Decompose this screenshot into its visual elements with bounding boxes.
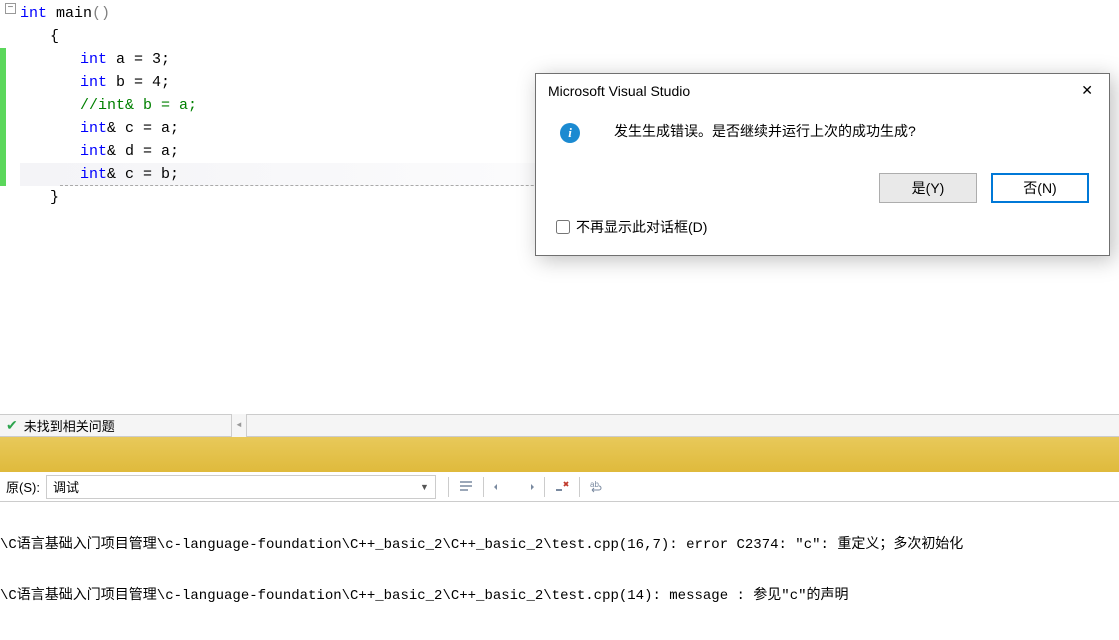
issues-bar: ✔ 未找到相关问题 <box>0 414 1119 437</box>
dont-show-label: 不再显示此对话框(D) <box>576 217 707 237</box>
dialog-body: i 发生生成错误。是否继续并运行上次的成功生成? <box>536 107 1109 149</box>
output-line: \C语言基础入门项目管理\c-language-foundation\C++_b… <box>0 536 1119 555</box>
code-line: int a = 3; <box>20 48 1119 71</box>
separator <box>448 477 449 497</box>
scroll-left-icon[interactable] <box>231 414 247 437</box>
indent-left-icon[interactable] <box>488 475 514 499</box>
keyword: int <box>20 5 47 22</box>
word-wrap-icon[interactable]: ab <box>584 475 610 499</box>
dialog-message: 发生生成错误。是否继续并运行上次的成功生成? <box>614 121 916 141</box>
build-error-dialog: Microsoft Visual Studio ✕ i 发生生成错误。是否继续并… <box>535 73 1110 256</box>
yes-button[interactable]: 是(Y) <box>879 173 977 203</box>
output-panel: 原(S): 调试 ▼ ab \C语言基础入门项目管理\c-language-fo… <box>0 437 1119 566</box>
dont-show-checkbox[interactable] <box>556 220 570 234</box>
dialog-titlebar: Microsoft Visual Studio ✕ <box>536 74 1109 107</box>
clear-icon[interactable] <box>549 475 575 499</box>
separator <box>483 477 484 497</box>
dialog-title-text: Microsoft Visual Studio <box>548 83 690 99</box>
issues-text: 未找到相关问题 <box>24 416 115 435</box>
info-icon: i <box>560 123 580 143</box>
indent-right-icon[interactable] <box>514 475 540 499</box>
output-line: \C语言基础入门项目管理\c-language-foundation\C++_b… <box>0 587 1119 606</box>
dialog-buttons: 是(Y) 否(N) <box>536 149 1109 209</box>
code-line: int main() <box>20 2 1119 25</box>
check-icon: ✔ <box>6 417 18 434</box>
svg-text:ab: ab <box>590 480 599 489</box>
output-toolbar: 原(S): 调试 ▼ ab <box>0 472 1119 502</box>
dialog-footer: 不再显示此对话框(D) <box>536 209 1109 255</box>
chevron-down-icon: ▼ <box>420 482 429 492</box>
source-label: 原(S): <box>0 477 46 496</box>
source-select[interactable]: 调试 ▼ <box>46 475 436 499</box>
fold-toggle[interactable] <box>5 3 16 14</box>
no-button[interactable]: 否(N) <box>991 173 1089 203</box>
code-line: { <box>20 25 1119 48</box>
clear-all-icon[interactable] <box>453 475 479 499</box>
separator <box>544 477 545 497</box>
separator <box>579 477 580 497</box>
close-icon[interactable]: ✕ <box>1077 82 1097 99</box>
highlight-bar <box>0 437 1119 472</box>
output-text[interactable]: \C语言基础入门项目管理\c-language-foundation\C++_b… <box>0 502 1119 640</box>
